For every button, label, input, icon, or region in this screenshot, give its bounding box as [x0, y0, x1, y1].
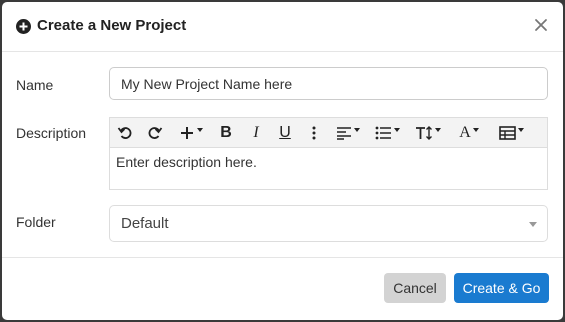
- dialog-header: Create a New Project: [2, 2, 563, 52]
- description-text-area[interactable]: Enter description here.: [116, 154, 257, 170]
- more-vertical-icon[interactable]: [308, 123, 320, 143]
- bold-icon[interactable]: B: [218, 123, 234, 143]
- editor-toolbar: B I U A: [110, 118, 547, 148]
- description-editor[interactable]: B I U A Enter description here.: [109, 117, 548, 190]
- dialog-title: Create a New Project: [37, 17, 187, 34]
- folder-label: Folder: [16, 214, 56, 230]
- undo-icon[interactable]: [116, 123, 134, 143]
- name-label: Name: [16, 77, 54, 93]
- redo-icon[interactable]: [146, 123, 164, 143]
- cancel-button[interactable]: Cancel: [384, 273, 446, 303]
- chevron-down-icon: [529, 222, 537, 227]
- italic-icon[interactable]: I: [248, 123, 264, 143]
- create-and-go-button[interactable]: Create & Go: [454, 273, 549, 303]
- font-color-label: A: [459, 124, 471, 141]
- insert-plus-icon[interactable]: [177, 123, 205, 143]
- text-size-icon[interactable]: [413, 123, 443, 143]
- underline-icon[interactable]: U: [276, 123, 294, 143]
- folder-select[interactable]: Default: [109, 205, 548, 242]
- align-icon[interactable]: [334, 123, 362, 143]
- table-icon[interactable]: [496, 123, 526, 143]
- font-color-icon[interactable]: A: [455, 123, 483, 143]
- plus-circle-icon: [16, 19, 31, 34]
- folder-selected-value: Default: [121, 215, 169, 232]
- description-label: Description: [16, 125, 87, 141]
- footer-divider: [2, 257, 563, 258]
- project-name-input[interactable]: [109, 67, 548, 100]
- close-icon[interactable]: [533, 17, 549, 33]
- create-project-dialog: Create a New Project Name Description B …: [2, 2, 563, 320]
- list-icon[interactable]: [372, 123, 402, 143]
